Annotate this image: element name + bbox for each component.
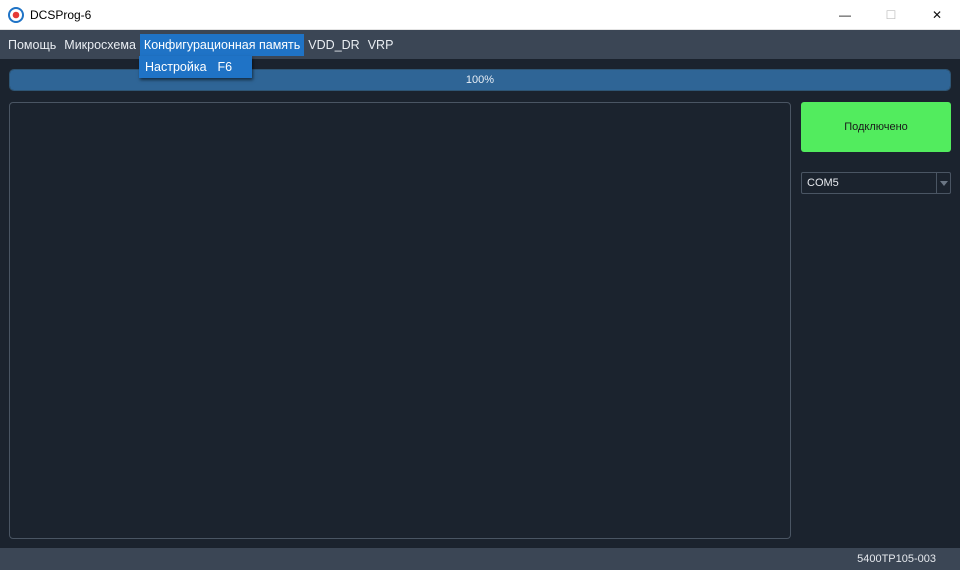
- dropdown-item-settings[interactable]: Настройка F6: [139, 60, 232, 74]
- chevron-down-icon[interactable]: [936, 173, 950, 193]
- status-bar: 5400ТР105-003: [0, 548, 960, 570]
- minimize-icon: —: [839, 7, 851, 22]
- app-logo-icon: [8, 6, 24, 23]
- port-select[interactable]: COM5: [801, 172, 951, 194]
- close-button[interactable]: ✕: [914, 0, 960, 29]
- menu-vrp[interactable]: VRP: [364, 34, 398, 56]
- window-controls: — ☐ ✕: [822, 0, 960, 29]
- close-icon: ✕: [931, 7, 943, 22]
- port-select-value: COM5: [807, 177, 839, 189]
- title-bar: DCSProg-6 — ☐ ✕: [0, 0, 960, 30]
- dropdown-item-shortcut: F6: [217, 60, 233, 74]
- menu-help[interactable]: Помощь: [4, 34, 60, 56]
- dropdown-item-label: Настройка: [145, 60, 207, 74]
- maximize-icon: ☐: [885, 7, 897, 22]
- menu-vdd-dr[interactable]: VDD_DR: [304, 34, 363, 56]
- menu-config-memory[interactable]: Конфигурационная память: [139, 33, 305, 56]
- maximize-button[interactable]: ☐: [868, 0, 914, 29]
- menu-bar: Помощь Микросхема Конфигурационная памят…: [0, 30, 960, 59]
- window-title: DCSProg-6: [30, 7, 92, 22]
- output-log-area[interactable]: [9, 102, 791, 539]
- minimize-button[interactable]: —: [822, 0, 868, 29]
- connect-button[interactable]: Подключено: [801, 102, 951, 152]
- menu-chip[interactable]: Микросхема: [60, 34, 140, 56]
- chip-status-label: 5400ТР105-003: [857, 553, 936, 565]
- config-memory-dropdown: Настройка F6: [139, 56, 252, 78]
